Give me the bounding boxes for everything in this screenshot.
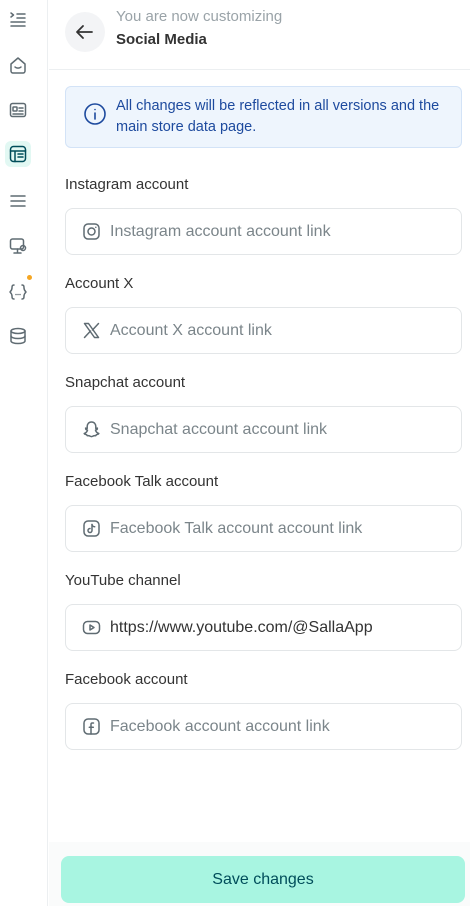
youtube-icon — [82, 618, 101, 637]
page-title: Social Media — [116, 31, 207, 48]
facebook-icon — [82, 717, 101, 736]
facebook-talk-label: Facebook Talk account — [65, 473, 219, 490]
info-message: All changes will be reflected in all ver… — [116, 98, 440, 135]
info-icon — [83, 102, 107, 126]
snapchat-icon — [82, 420, 101, 439]
instagram-icon — [82, 222, 101, 241]
youtube-label: YouTube channel — [65, 572, 181, 589]
monitor-settings-icon[interactable] — [5, 233, 31, 259]
snapchat-label: Snapchat account — [65, 374, 186, 391]
code-braces-icon[interactable] — [5, 279, 31, 305]
layout-icon[interactable] — [5, 141, 31, 167]
snapchat-input[interactable] — [110, 407, 455, 452]
facebook-talk-input[interactable] — [110, 506, 455, 551]
facebook-field[interactable] — [65, 703, 462, 750]
youtube-input[interactable] — [110, 605, 455, 650]
snapchat-field[interactable] — [65, 406, 462, 453]
info-alert: All changes will be reflected in all ver… — [65, 86, 462, 148]
list-icon[interactable] — [5, 188, 31, 214]
save-changes-button[interactable]: Save changes — [61, 856, 465, 903]
account-x-field[interactable] — [65, 307, 462, 354]
tiktok-icon — [82, 519, 101, 538]
sidebar-rail — [0, 0, 48, 906]
x-logo-icon — [82, 321, 101, 340]
account-x-label: Account X — [65, 275, 134, 292]
menu-list-icon[interactable] — [5, 6, 31, 32]
customizer-app: You are now customizing Social Media All… — [0, 0, 470, 906]
facebook-talk-field[interactable] — [65, 505, 462, 552]
account-x-input[interactable] — [110, 308, 455, 353]
instagram-label: Instagram account — [65, 176, 189, 193]
facebook-input[interactable] — [110, 704, 455, 749]
page-header: You are now customizing Social Media — [49, 0, 470, 70]
arrow-left-icon — [76, 25, 93, 39]
page-card-icon[interactable] — [5, 97, 31, 123]
facebook-label: Facebook account — [65, 671, 188, 688]
instagram-field[interactable] — [65, 208, 462, 255]
database-icon[interactable] — [5, 323, 31, 349]
notification-dot — [27, 275, 32, 280]
youtube-field[interactable] — [65, 604, 462, 651]
back-button[interactable] — [65, 12, 105, 52]
header-subtitle: You are now customizing — [116, 8, 283, 25]
home-icon[interactable] — [5, 52, 31, 78]
instagram-input[interactable] — [110, 209, 455, 254]
